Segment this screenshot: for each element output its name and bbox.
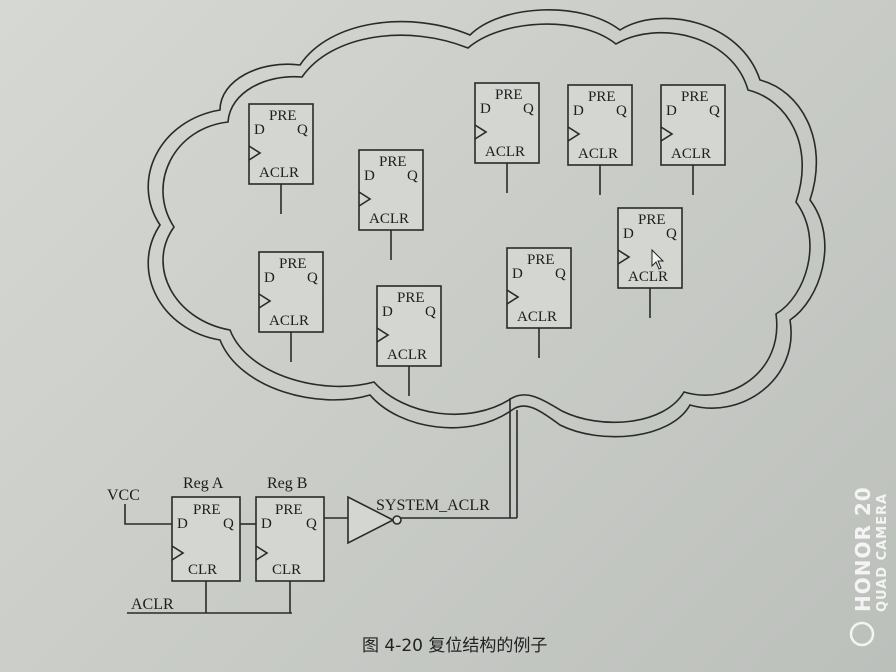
pre-pin-label: PRE [379,154,407,170]
q-pin-label: Q [666,226,677,242]
q-pin-label: Q [307,270,318,286]
reg-a-label: Reg A [183,475,224,492]
d-pin-label: D [512,266,523,282]
cloud-flipflop: PRED Q ACLR [376,285,442,396]
reg-a-q-pin: Q [223,516,234,532]
reg-b-clr-pin: CLR [272,562,301,578]
pre-pin-label: PRE [269,108,297,124]
cloud-flipflop: PRED Q ACLR [258,251,324,362]
d-pin-label: D [573,103,584,119]
d-pin-label: D [623,226,634,242]
aclr-pin-label: ACLR [671,146,711,162]
reg-a-d-pin: D [177,516,188,532]
cloud-flipflop: PRED Q ACLR [617,207,683,318]
inverter-bubble-icon [392,515,402,525]
cloud-flipflop: PRED Q ACLR [248,103,314,214]
q-pin-label: Q [555,266,566,282]
reg-b-pre-pin: PRE [275,502,303,518]
pre-pin-label: PRE [588,89,616,105]
reset-structure-diagram: PRED QACLRPRED QACLRPRED QACLRPRED QACLRPRED… [107,9,890,656]
reg-a-pre-pin: PRE [193,502,221,518]
aclr-pin-label: ACLR [578,146,618,162]
aclr-pin-label: ACLR [269,313,309,329]
q-pin-label: Q [297,122,308,138]
watermark-line2: QUAD CAMERA [875,493,890,612]
cloud-flipflop: PRED Q ACLR [660,84,726,195]
d-pin-label: D [666,103,677,119]
system-aclr-label: SYSTEM_ACLR [376,497,490,514]
cloud-flipflop: PRED Q ACLR [506,247,572,358]
aclr-label: ACLR [131,596,174,613]
d-pin-label: D [480,101,491,117]
reg-b-label: Reg B [267,475,307,492]
q-pin-label: Q [616,103,627,119]
pre-pin-label: PRE [279,256,307,272]
cloud-flipflop: PRED Q ACLR [567,84,633,195]
vcc-label: VCC [107,487,140,504]
aclr-pin-label: ACLR [387,347,427,363]
reg-b-d-pin: D [261,516,272,532]
watermark-line1: HONOR 20 [851,486,875,612]
reg-b-q-pin: Q [306,516,317,532]
figure-caption: 图 4-20 复位结构的例子 [362,636,547,656]
aclr-pin-label: ACLR [628,269,668,285]
pre-pin-label: PRE [527,252,555,268]
inverter-buffer: SYSTEM_ACLR [347,495,517,545]
pre-pin-label: PRE [397,290,425,306]
figure-photo: PRE D Q ACLR PRE D Q ACLR PRE D Q ACLR PRE D Q ACLR PRE D… [0,0,896,672]
cloud-flipflops: PRED QACLRPRED QACLRPRED QACLRPRED QACLRPRED… [248,82,726,396]
cloud-flipflop: PRED Q ACLR [474,82,540,193]
aclr-pin-label: ACLR [259,165,299,181]
q-pin-label: Q [709,103,720,119]
aclr-pin-label: ACLR [485,144,525,160]
aclr-pin-label: ACLR [517,309,557,325]
camera-logo-icon [849,621,875,647]
cloud-outline [147,9,826,438]
d-pin-label: D [382,304,393,320]
cloud-flipflop: PRED Q ACLR [358,149,424,260]
pre-pin-label: PRE [681,89,709,105]
d-pin-label: D [364,168,375,184]
reg-a: Reg A PRE D Q CLR [171,475,241,582]
d-pin-label: D [264,270,275,286]
d-pin-label: D [254,122,265,138]
q-pin-label: Q [425,304,436,320]
q-pin-label: Q [407,168,418,184]
reg-b: Reg B PRE D Q CLR [255,475,325,582]
q-pin-label: Q [523,101,534,117]
pre-pin-label: PRE [495,87,523,103]
pre-pin-label: PRE [638,212,666,228]
camera-watermark: HONOR 20 QUAD CAMERA [849,486,890,647]
aclr-pin-label: ACLR [369,211,409,227]
reg-a-clr-pin: CLR [188,562,217,578]
